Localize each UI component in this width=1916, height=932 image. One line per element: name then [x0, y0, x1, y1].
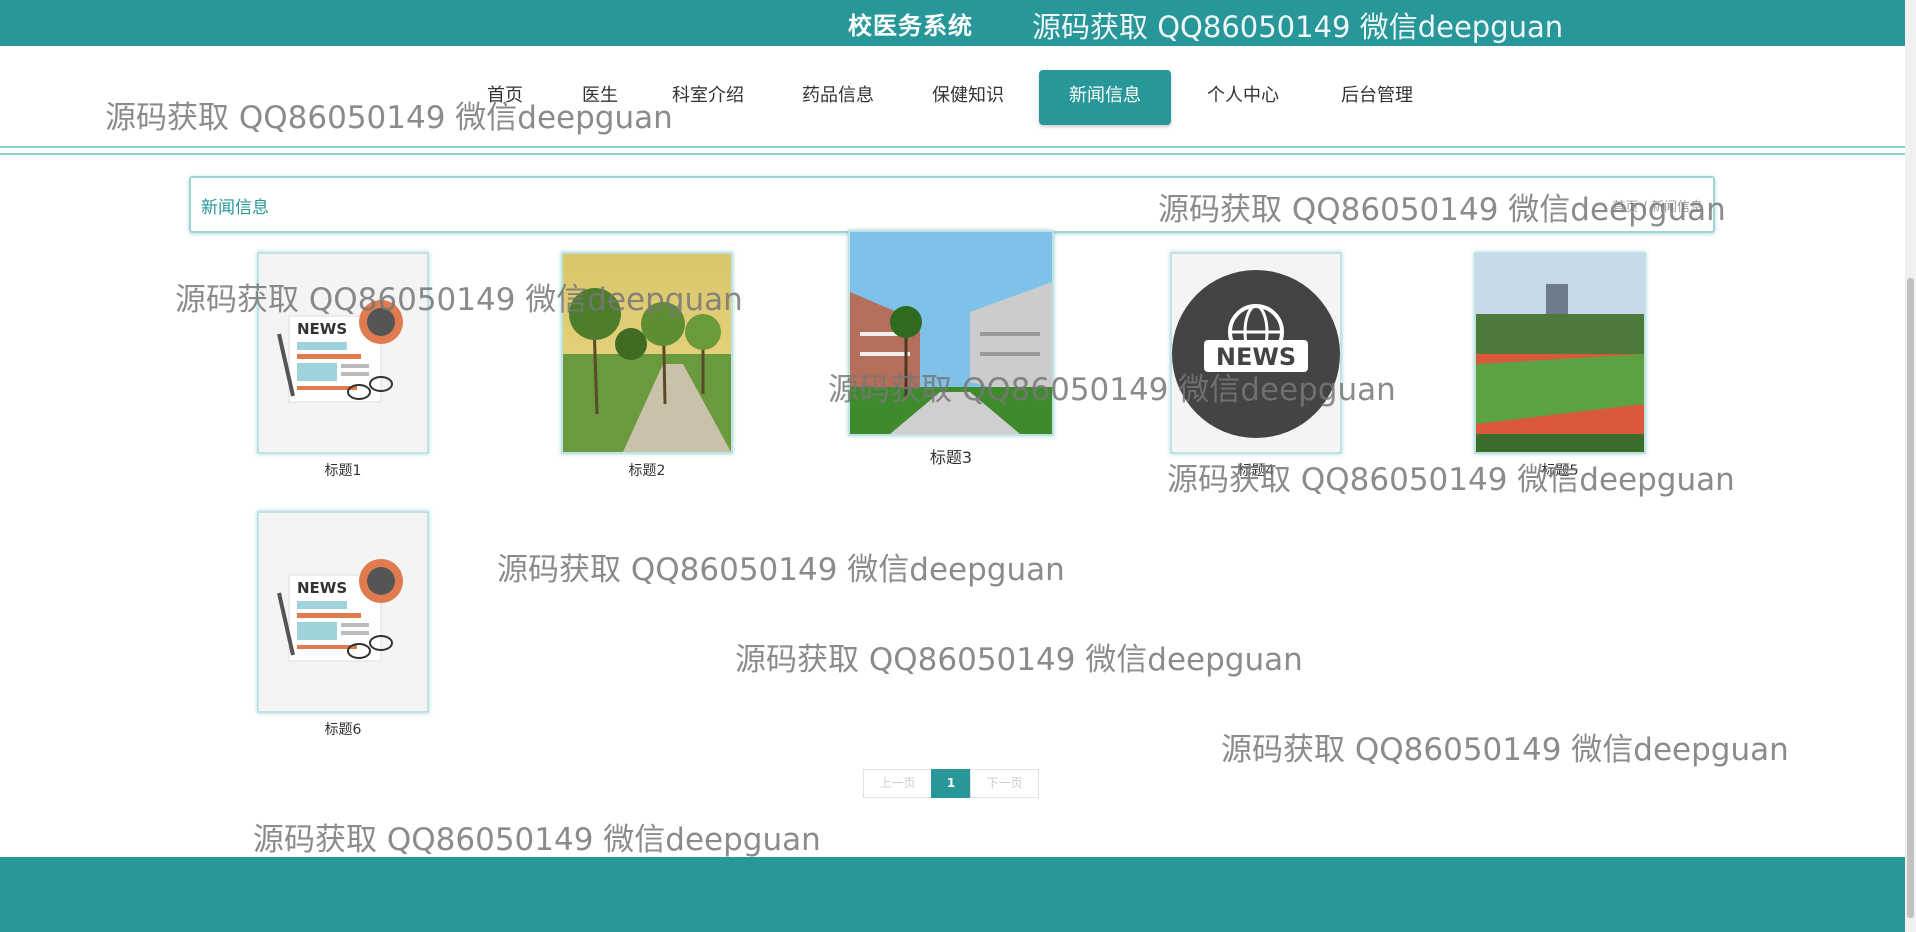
campus-courtyard-photo[interactable] — [848, 230, 1054, 436]
nav-item-personal-center[interactable]: 个人中心 — [1197, 70, 1289, 125]
pagination: 上一页 1 下一页 — [863, 769, 1039, 798]
nav-item-admin[interactable]: 后台管理 — [1331, 70, 1423, 125]
nav-item-departments[interactable]: 科室介绍 — [662, 70, 754, 125]
page-scrollbar[interactable] — [1905, 0, 1916, 932]
svg-text:NEWS: NEWS — [1216, 343, 1296, 371]
watermark-text: 源码获取 QQ86050149 微信deepguan — [1221, 732, 1789, 768]
news-card[interactable]: NEWS 标题4 — [1170, 252, 1342, 480]
top-header-bar: 校医务系统 源码获取 QQ86050149 微信deepguan — [0, 0, 1905, 46]
news-title[interactable]: 标题3 — [848, 444, 1054, 468]
footer-bar — [0, 857, 1905, 932]
newspaper-coffee-icon[interactable]: NEWS — [257, 511, 429, 713]
svg-text:NEWS: NEWS — [297, 579, 347, 597]
news-title[interactable]: 标题1 — [257, 460, 429, 480]
campus-trees-photo[interactable] — [561, 252, 733, 454]
section-header-panel: 新闻信息 首页 / 新闻信息 — [189, 176, 1715, 233]
breadcrumb[interactable]: 首页 / 新闻信息 — [1612, 196, 1703, 215]
watermark-text: 源码获取 QQ86050149 微信deepguan — [735, 642, 1303, 678]
news-card[interactable]: NEWS 标题1 — [257, 252, 429, 480]
nav-item-home[interactable]: 首页 — [478, 70, 532, 125]
current-page-button[interactable]: 1 — [931, 769, 971, 798]
scrollbar-thumb[interactable] — [1907, 278, 1914, 918]
nav-item-health-knowledge[interactable]: 保健知识 — [922, 70, 1014, 125]
sports-field-photo[interactable] — [1474, 252, 1646, 454]
news-title[interactable]: 标题6 — [257, 719, 429, 739]
next-page-button[interactable]: 下一页 — [970, 769, 1039, 798]
watermark-text: 源码获取 QQ86050149 微信deepguan — [253, 822, 821, 858]
news-card[interactable]: 标题2 — [561, 252, 733, 480]
section-title: 新闻信息 — [201, 198, 269, 218]
news-title[interactable]: 标题4 — [1170, 460, 1342, 480]
newspaper-coffee-icon[interactable]: NEWS — [257, 252, 429, 454]
news-globe-icon[interactable]: NEWS — [1170, 252, 1342, 454]
nav-item-doctor[interactable]: 医生 — [573, 70, 627, 125]
svg-text:NEWS: NEWS — [297, 320, 347, 338]
header-watermark: 源码获取 QQ86050149 微信deepguan — [1032, 10, 1564, 44]
nav-divider — [0, 153, 1905, 155]
nav-item-news[interactable]: 新闻信息 — [1039, 70, 1171, 125]
news-card[interactable]: NEWS 标题6 — [257, 511, 429, 739]
site-title: 校医务系统 — [848, 12, 973, 40]
prev-page-button[interactable]: 上一页 — [863, 769, 932, 798]
nav-item-medicine[interactable]: 药品信息 — [792, 70, 884, 125]
nav-divider — [0, 146, 1905, 148]
news-card[interactable]: 标题5 — [1474, 252, 1646, 480]
news-title[interactable]: 标题2 — [561, 460, 733, 480]
news-title[interactable]: 标题5 — [1474, 460, 1646, 480]
watermark-text: 源码获取 QQ86050149 微信deepguan — [497, 552, 1065, 588]
news-card[interactable]: 标题3 — [848, 230, 1054, 468]
